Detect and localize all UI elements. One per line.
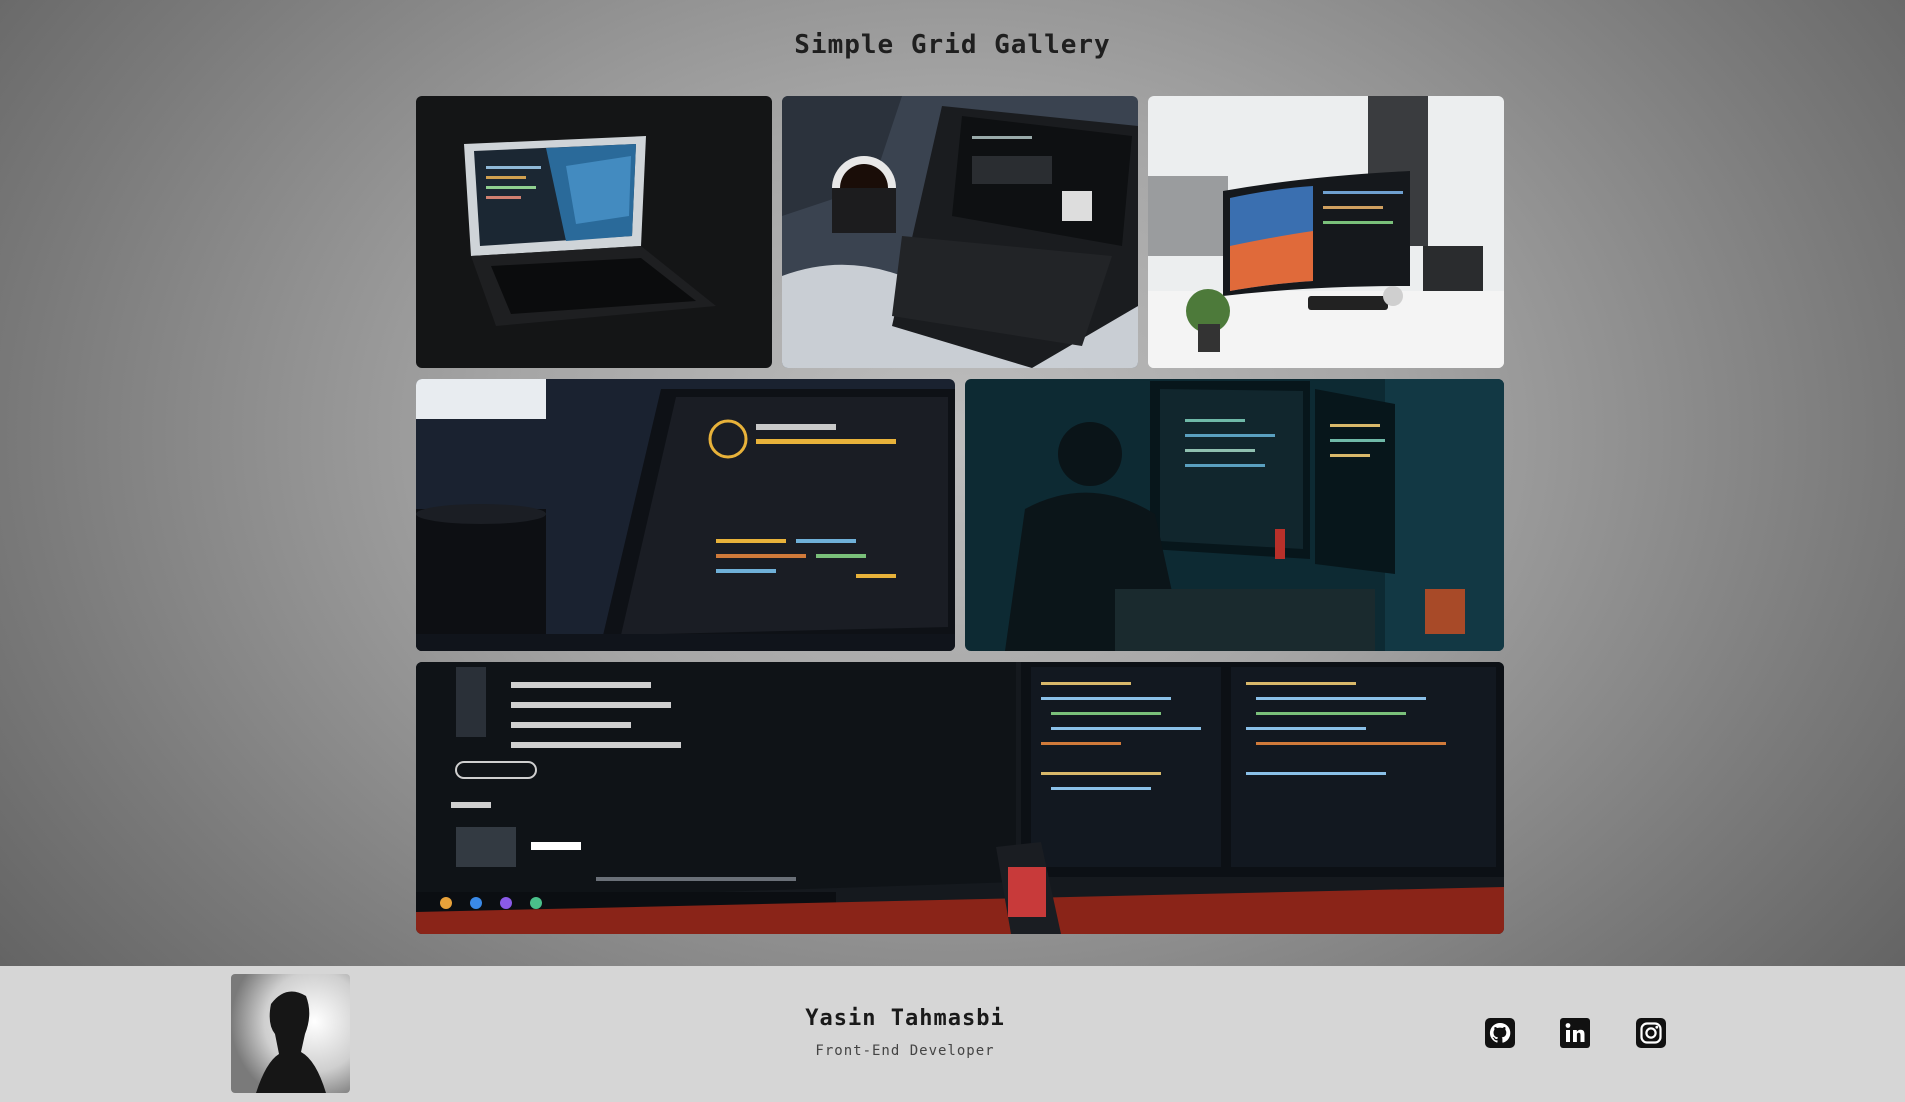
page-title: Simple Grid Gallery [794,30,1111,60]
gallery-image-laptop-ocean[interactable] [416,96,772,368]
gallery-image-developer-dark-room[interactable] [965,379,1504,651]
footer: Yasin Tahmasbi Front-End Developer [0,966,1905,1102]
gallery-image-monitors-music-code[interactable] [416,662,1504,934]
gallery-image-curved-monitor[interactable] [1148,96,1504,368]
linkedin-icon [1560,1018,1590,1048]
github-link[interactable] [1484,1017,1516,1049]
instagram-link[interactable] [1635,1017,1667,1049]
gallery-section: Simple Grid Gallery [0,0,1905,966]
profile-role: Front-End Developer [815,1043,995,1059]
github-icon [1485,1018,1515,1048]
gallery-image-laptop-coffee[interactable] [782,96,1138,368]
linkedin-link[interactable] [1559,1017,1591,1049]
gallery-image-laptop-editor[interactable] [416,379,955,651]
instagram-icon [1636,1018,1666,1048]
profile-name: Yasin Tahmasbi [805,1006,1005,1031]
avatar [231,974,350,1093]
